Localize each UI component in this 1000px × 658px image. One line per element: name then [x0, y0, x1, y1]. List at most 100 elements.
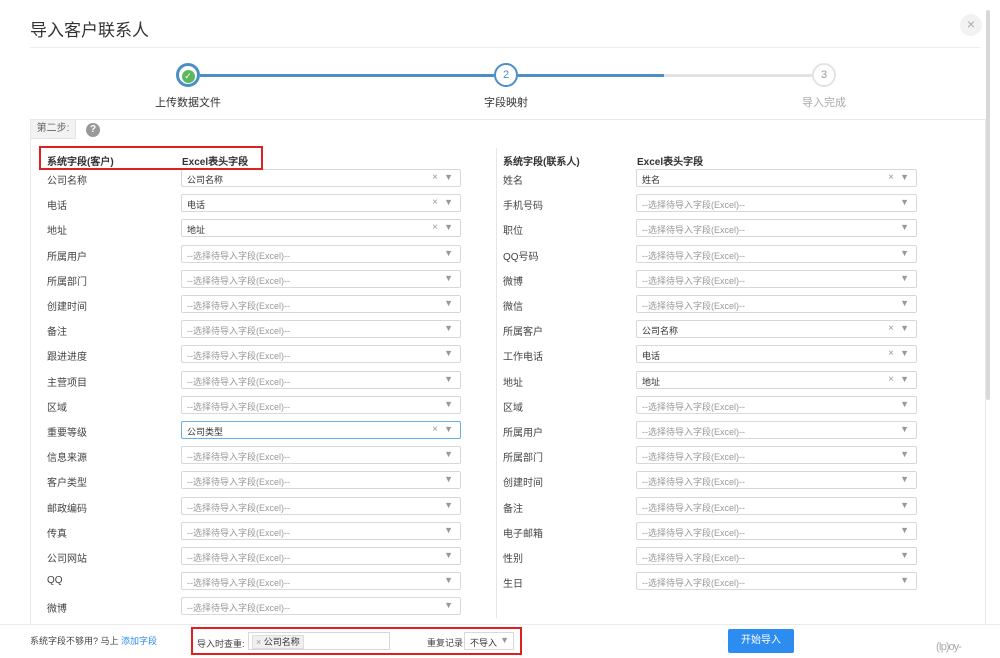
left-excel-field-select[interactable]: --选择待导入字段(Excel)-- ▼	[181, 471, 461, 490]
footer-divider	[0, 624, 1000, 625]
step-3-label: 导入完成	[802, 97, 846, 109]
help-icon[interactable]: ?	[86, 123, 100, 137]
right-field-label: 生日	[503, 579, 523, 591]
step-connector-pending	[664, 74, 812, 77]
left-excel-field-select[interactable]: --选择待导入字段(Excel)-- ▼	[181, 446, 461, 465]
right-excel-field-select[interactable]: --选择待导入字段(Excel)-- ▼	[636, 572, 917, 591]
chevron-down-icon: ▼	[900, 373, 909, 384]
right-field-label: 所属用户	[503, 428, 543, 439]
right-field-label: 性别	[503, 554, 523, 565]
tag-remove-icon[interactable]: ×	[256, 637, 261, 647]
left-field-label: 创建时间	[47, 302, 87, 313]
left-excel-field-select[interactable]: --选择待导入字段(Excel)-- ▼	[181, 370, 461, 389]
left-excel-field-select[interactable]: --选择待导入字段(Excel)-- ▼	[181, 496, 461, 515]
chevron-down-icon: ▼	[444, 499, 453, 510]
left-excel-field-select[interactable]: 电话 × ▼	[181, 194, 461, 213]
clear-icon[interactable]: ×	[432, 222, 438, 233]
clear-icon[interactable]: ×	[888, 323, 894, 334]
right-excel-field-select[interactable]: --选择待导入字段(Excel)-- ▼	[636, 219, 917, 238]
left-excel-field-select[interactable]: --选择待导入字段(Excel)-- ▼	[181, 295, 461, 313]
duplicate-select[interactable]: 不导入 ▼	[464, 632, 514, 650]
left-excel-field-select[interactable]: --选择待导入字段(Excel)-- ▼	[181, 244, 461, 263]
chevron-down-icon: ▼	[900, 272, 909, 283]
chevron-down-icon: ▼	[444, 373, 453, 384]
right-excel-field-select[interactable]: --选择待导入字段(Excel)-- ▼	[636, 244, 917, 263]
left-field-label: 所属用户	[47, 251, 87, 263]
duplicate-value: 不导入	[470, 638, 498, 648]
hint-text: 系统字段不够用? 马上	[30, 636, 119, 646]
right-field-label: 备注	[503, 503, 523, 515]
dedupe-label: 导入时查重:	[197, 639, 245, 649]
clear-icon[interactable]: ×	[432, 197, 438, 208]
left-excel-field-select[interactable]: --选择待导入字段(Excel)-- ▼	[181, 320, 461, 339]
right-field-label: 所属部门	[503, 453, 543, 465]
select-value: --选择待导入字段(Excel)--	[187, 275, 290, 286]
left-field-label: QQ	[47, 575, 63, 587]
right-excel-field-select[interactable]: --选择待导入字段(Excel)-- ▼	[636, 395, 917, 414]
left-excel-field-select[interactable]: --选择待导入字段(Excel)-- ▼	[181, 269, 461, 288]
add-field-link[interactable]: 添加字段	[121, 636, 157, 646]
chevron-down-icon: ▼	[900, 247, 909, 258]
chevron-down-icon: ▼	[444, 575, 453, 586]
right-excel-field-select[interactable]: --选择待导入字段(Excel)-- ▼	[636, 295, 917, 313]
left-field-label: 传真	[47, 528, 67, 540]
select-value: --选择待导入字段(Excel)--	[187, 452, 290, 463]
right-excel-field-select[interactable]: --选择待导入字段(Excel)-- ▼	[636, 421, 917, 439]
select-value: --选择待导入字段(Excel)--	[642, 301, 745, 311]
right-excel-field-select[interactable]: 公司名称 × ▼	[636, 320, 917, 339]
clear-icon[interactable]: ×	[888, 172, 894, 183]
step-1-label: 上传数据文件	[155, 97, 221, 109]
clear-icon[interactable]: ×	[888, 348, 894, 359]
right-excel-field-select[interactable]: --选择待导入字段(Excel)-- ▼	[636, 521, 917, 540]
right-excel-field-select[interactable]: --选择待导入字段(Excel)-- ▼	[636, 471, 917, 490]
right-excel-field-select[interactable]: --选择待导入字段(Excel)-- ▼	[636, 194, 917, 213]
left-excel-field-select[interactable]: --选择待导入字段(Excel)-- ▼	[181, 395, 461, 414]
right-excel-field-select[interactable]: --选择待导入字段(Excel)-- ▼	[636, 446, 917, 465]
select-value: --选择待导入字段(Excel)--	[642, 553, 745, 563]
right-excel-field-select[interactable]: --选择待导入字段(Excel)-- ▼	[636, 496, 917, 515]
left-field-label: 客户类型	[47, 478, 87, 490]
select-value: --选择待导入字段(Excel)--	[187, 527, 290, 538]
dedupe-field-input[interactable]: × 公司名称	[248, 632, 390, 650]
left-field-label: 公司名称	[47, 176, 87, 187]
left-excel-field-select[interactable]: --选择待导入字段(Excel)-- ▼	[181, 547, 461, 565]
select-value: --选择待导入字段(Excel)--	[187, 376, 290, 387]
right-excel-field-select[interactable]: 姓名 × ▼	[636, 169, 917, 187]
right-excel-field-select[interactable]: --选择待导入字段(Excel)-- ▼	[636, 269, 917, 288]
left-excel-field-select[interactable]: --选择待导入字段(Excel)-- ▼	[181, 345, 461, 364]
right-field-label: 创建时间	[503, 478, 543, 490]
select-value: --选择待导入字段(Excel)--	[642, 250, 745, 261]
left-excel-field-select[interactable]: --选择待导入字段(Excel)-- ▼	[181, 572, 461, 591]
left-field-label: 所属部门	[47, 276, 87, 288]
select-value: --选择待导入字段(Excel)--	[187, 250, 290, 261]
clear-icon[interactable]: ×	[432, 172, 438, 183]
chevron-down-icon: ▼	[900, 222, 909, 233]
right-excel-field-select[interactable]: 地址 × ▼	[636, 370, 917, 389]
clear-icon[interactable]: ×	[432, 424, 438, 435]
chevron-down-icon: ▼	[900, 298, 909, 308]
left-excel-field-select[interactable]: --选择待导入字段(Excel)-- ▼	[181, 521, 461, 540]
start-import-button[interactable]: 开始导入	[728, 629, 794, 653]
select-value: 姓名	[642, 175, 661, 185]
left-excel-field-select[interactable]: 公司类型 × ▼	[181, 421, 461, 439]
step-connector-done	[200, 74, 494, 77]
chevron-down-icon: ▼	[444, 172, 453, 182]
left-field-label: 信息来源	[47, 453, 87, 465]
right-excel-field-select[interactable]: --选择待导入字段(Excel)-- ▼	[636, 547, 917, 565]
chevron-down-icon: ▼	[900, 424, 909, 434]
select-value: 地址	[187, 225, 206, 236]
right-excel-field-select[interactable]: 电话 × ▼	[636, 345, 917, 364]
left-field-label: 地址	[47, 226, 67, 238]
left-excel-field-select[interactable]: 地址 × ▼	[181, 219, 461, 238]
select-value: 地址	[642, 376, 661, 387]
scrollbar[interactable]	[986, 10, 990, 400]
left-excel-field-select[interactable]: 公司名称 × ▼	[181, 169, 461, 187]
left-field-label: 跟进进度	[47, 352, 87, 364]
clear-icon[interactable]: ×	[888, 374, 894, 385]
chevron-down-icon: ▼	[444, 298, 453, 308]
close-icon[interactable]: ×	[960, 14, 982, 36]
right-field-label: 微博	[503, 276, 523, 288]
left-excel-field-select[interactable]: --选择待导入字段(Excel)-- ▼	[181, 597, 461, 616]
add-field-hint: 系统字段不够用? 马上 添加字段	[30, 634, 157, 647]
right-field-label: 所属客户	[503, 327, 543, 339]
